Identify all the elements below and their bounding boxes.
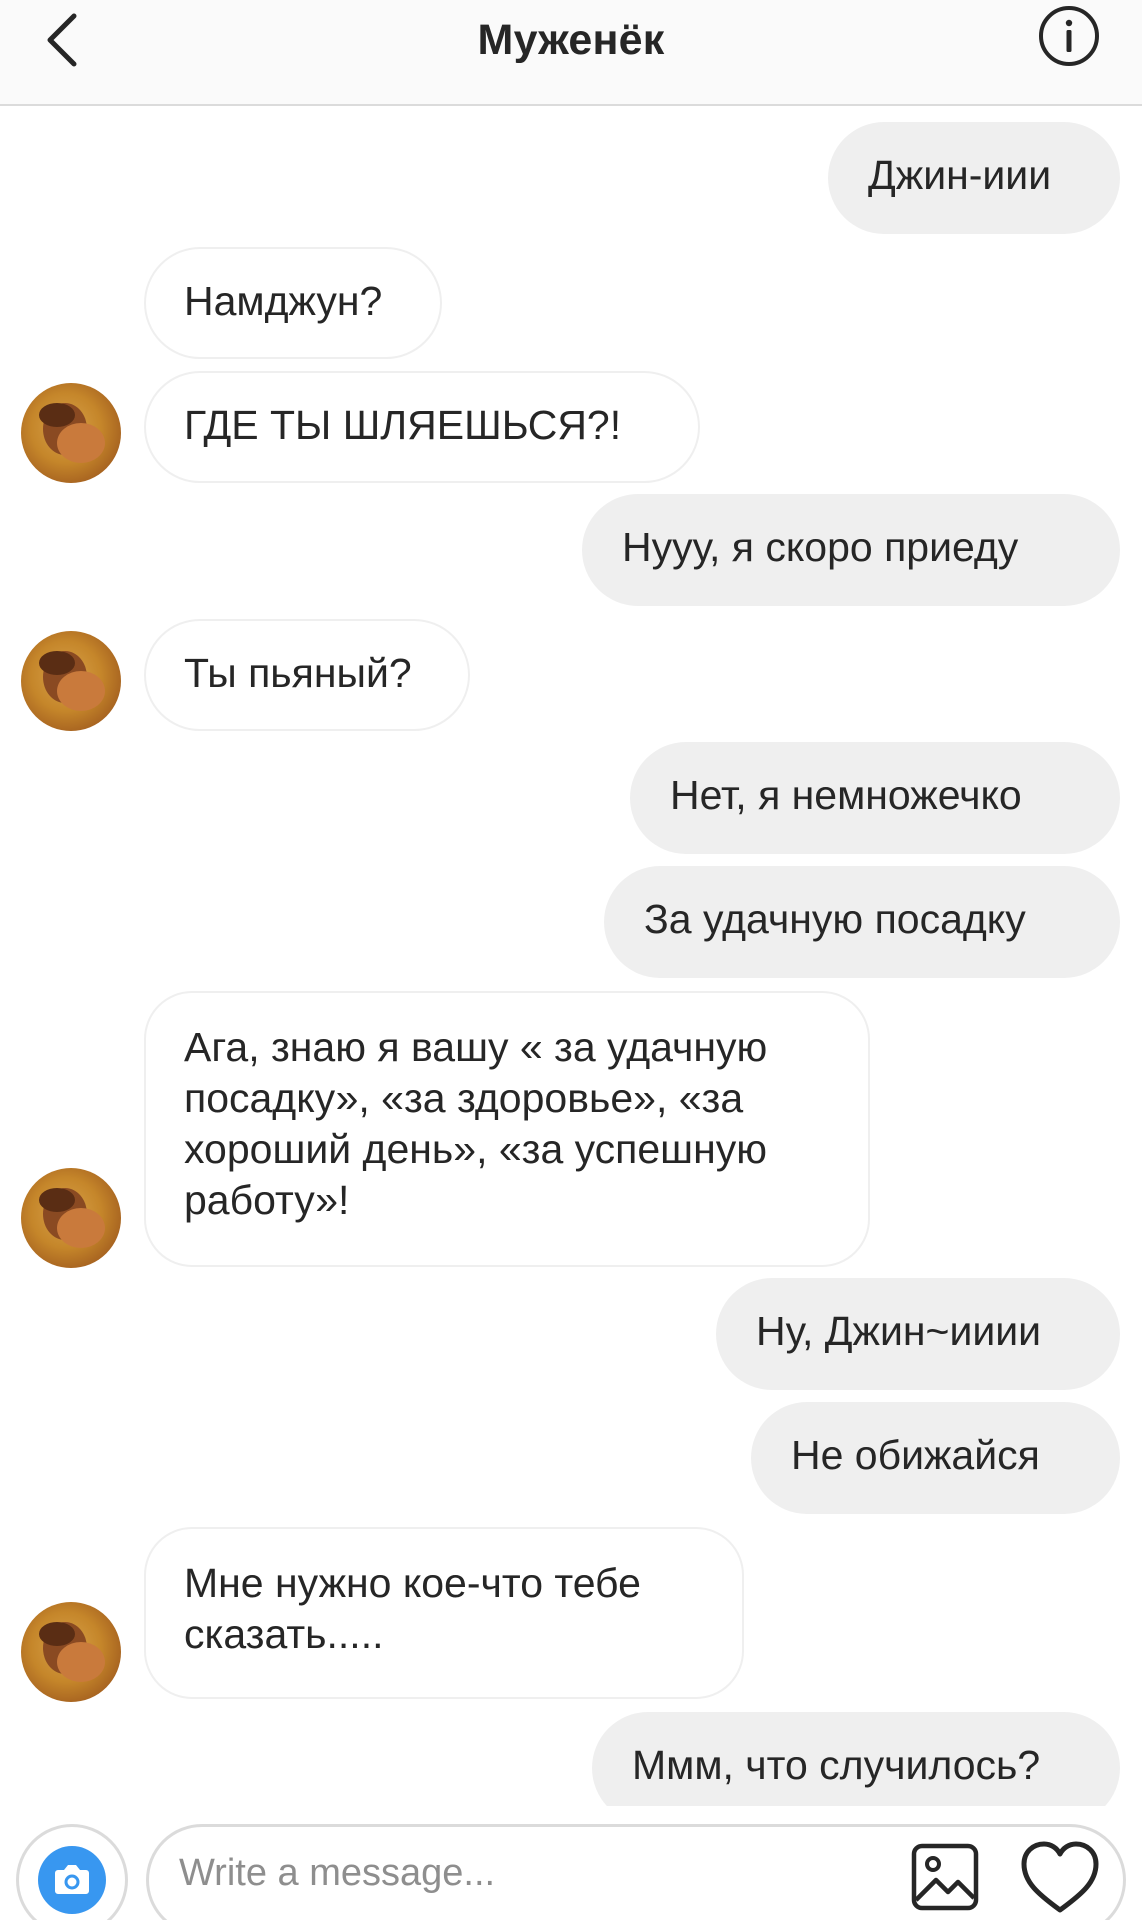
gallery-button[interactable] xyxy=(910,1842,980,1912)
message-outgoing[interactable]: Ну, Джин~ииии xyxy=(716,1278,1120,1390)
avatar[interactable] xyxy=(21,1602,121,1702)
message-outgoing[interactable]: Нууу, я скоро приеду xyxy=(582,494,1120,606)
heart-icon xyxy=(1021,1841,1099,1913)
message-outgoing[interactable]: За удачную посадку xyxy=(604,866,1120,978)
chat-header: Муженёк xyxy=(0,0,1142,106)
message-outgoing[interactable]: Джин-иии xyxy=(828,122,1120,234)
info-icon xyxy=(1039,6,1099,66)
message-incoming[interactable]: Намджун? xyxy=(144,247,442,359)
message-incoming[interactable]: Ага, знаю я вашу « за удачную посадку», … xyxy=(144,991,870,1267)
camera-button[interactable] xyxy=(16,1824,128,1920)
chat-title: Муженёк xyxy=(477,16,665,64)
camera-icon xyxy=(55,1865,89,1894)
avatar[interactable] xyxy=(21,631,121,731)
message-input[interactable] xyxy=(179,1843,879,1903)
message-incoming[interactable]: Мне нужно кое-что тебе сказать..... xyxy=(144,1527,744,1699)
message-incoming[interactable]: Ты пьяный? xyxy=(144,619,470,731)
like-button[interactable] xyxy=(1018,1838,1102,1918)
message-outgoing[interactable]: Нет, я немножечко xyxy=(630,742,1120,854)
message-list[interactable]: Джин-иии Намджун? ГДЕ ТЫ ШЛЯЕШЬСЯ?! Нууу… xyxy=(0,106,1142,1806)
avatar[interactable] xyxy=(21,383,121,483)
info-button[interactable] xyxy=(1038,5,1100,67)
message-incoming[interactable]: ГДЕ ТЫ ШЛЯЕШЬСЯ?! xyxy=(144,371,700,483)
message-outgoing[interactable]: Ммм, что случилось? xyxy=(592,1712,1120,1806)
avatar[interactable] xyxy=(21,1168,121,1268)
gallery-icon xyxy=(911,1843,979,1911)
chat-screen: Муженёк Джин-иии Намджун? ГДЕ ТЫ ШЛЯЕШЬС… xyxy=(0,0,1142,1920)
message-outgoing[interactable]: Не обижайся xyxy=(751,1402,1120,1514)
